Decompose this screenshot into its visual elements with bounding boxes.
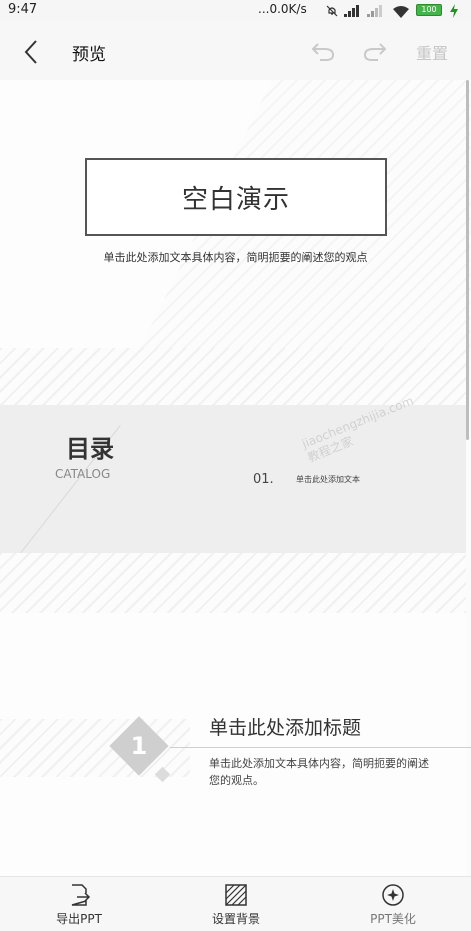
mute-icon	[326, 5, 338, 17]
export-ppt-button[interactable]: 导出PPT	[34, 883, 124, 927]
wifi-icon	[393, 6, 409, 18]
top-bar: 预览 重置	[0, 22, 471, 80]
set-background-button[interactable]: 设置背景	[191, 883, 281, 927]
hatched-square-icon	[225, 884, 247, 906]
slide-preview-area[interactable]: 空白演示 单击此处添加文本具体内容，简明扼要的阐述您的观点 目录 CATALOG…	[0, 80, 471, 876]
cover-title-box: 空白演示	[85, 158, 387, 236]
page-title: 预览	[72, 45, 106, 65]
section-number: 1	[130, 732, 148, 760]
chevron-left-icon[interactable]	[20, 38, 44, 66]
undo-icon[interactable]	[310, 40, 336, 62]
export-ppt-label: 导出PPT	[56, 912, 102, 926]
divider-rule	[170, 747, 471, 748]
export-file-icon	[71, 884, 91, 906]
section-title: 单击此处添加标题	[209, 717, 362, 739]
battery-indicator: 100	[416, 4, 442, 16]
status-time: 9:47	[8, 2, 38, 17]
section-body: 单击此处添加文本具体内容，简明扼要的阐述您的观点。	[209, 757, 429, 787]
reset-button[interactable]: 重置	[416, 40, 448, 64]
slide-divider-band	[0, 553, 466, 613]
status-bar: 9:47 ...0.0K/s 100	[0, 0, 471, 22]
set-background-label: 设置背景	[211, 912, 260, 926]
ppt-beautify-button[interactable]: PPT美化	[348, 883, 438, 927]
slide-section[interactable]: 1 单击此处添加标题 单击此处添加文本具体内容，简明扼要的阐述您的观点。	[0, 613, 471, 876]
cover-subtitle: 单击此处添加文本具体内容，简明扼要的阐述您的观点	[103, 251, 368, 264]
contents-subheading: CATALOG	[55, 467, 111, 481]
ppt-beautify-label: PPT美化	[370, 912, 416, 926]
contents-item-number: 01.	[253, 472, 274, 487]
signal-icon-2	[367, 5, 382, 17]
decorative-band	[0, 348, 466, 405]
contents-heading: 目录	[66, 435, 114, 463]
bottom-toolbar: 导出PPT 设置背景 PPT美化	[0, 876, 471, 931]
slide-cover[interactable]: 空白演示 单击此处添加文本具体内容，简明扼要的阐述您的观点	[0, 80, 470, 405]
network-speed: ...0.0K/s	[258, 2, 307, 16]
redo-icon[interactable]	[362, 40, 388, 62]
cover-title: 空白演示	[181, 184, 290, 215]
signal-icon	[344, 5, 359, 17]
sparkle-circle-icon	[382, 884, 404, 906]
charging-icon	[450, 4, 458, 18]
contents-item-text: 单击此处添加文本	[296, 475, 360, 484]
